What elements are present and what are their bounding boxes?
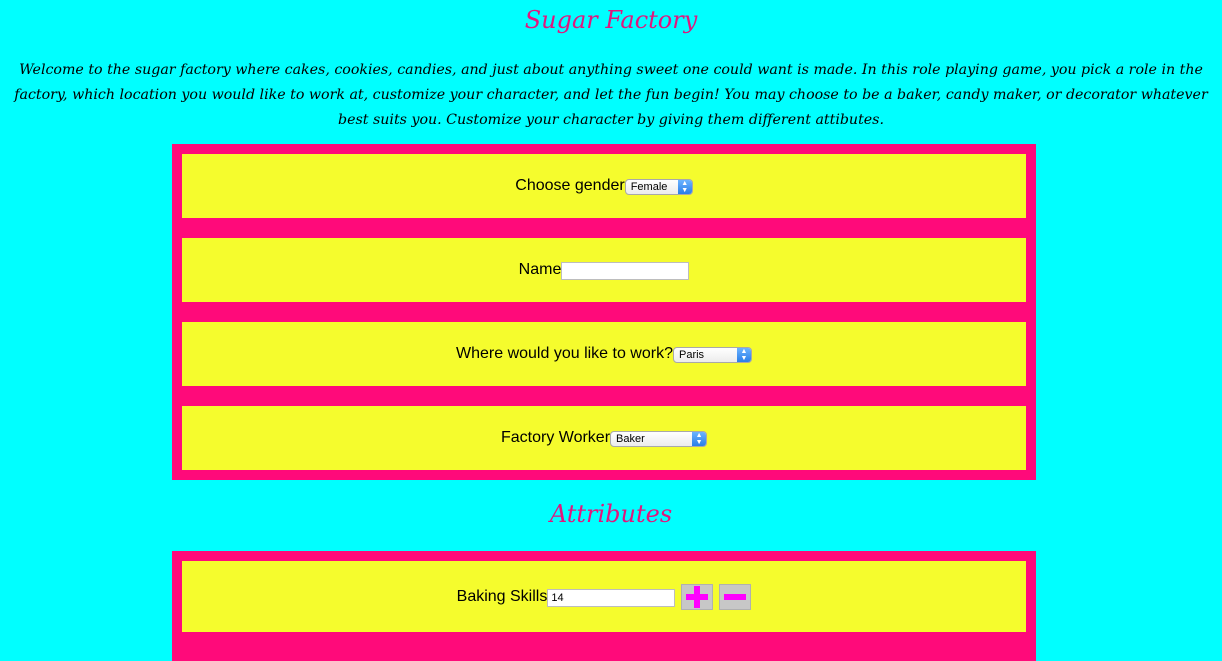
worker-row: Factory Worker Baker ▲ ▼ [182,406,1026,470]
gender-row: Choose gender Female ▲ ▼ [182,154,1026,218]
location-select[interactable]: Paris ▲ ▼ [672,347,752,363]
decrease-button[interactable] [719,583,752,610]
attributes-panel: Baking Skills 14 [172,551,1036,661]
gender-select-value: Female [630,181,668,193]
select-arrows-icon: ▲ ▼ [677,180,692,194]
baking-skills-label: Baking Skills [456,587,548,605]
page-title: Sugar Factory [524,6,698,34]
gender-label: Choose gender [515,177,625,194]
intro-text: Welcome to the sugar factory where cakes… [14,62,1208,128]
location-label: Where would you like to work? [456,345,673,362]
minus-icon [724,593,747,600]
worker-label: Factory Worker [500,429,611,446]
attributes-heading: Attributes [549,500,673,528]
name-label: Name [518,261,562,278]
baking-skills-row: Baking Skills 14 [182,561,1026,632]
baking-skills-input[interactable]: 14 [547,588,676,607]
select-arrows-icon: ▲ ▼ [692,432,707,446]
increase-button[interactable] [681,583,714,610]
name-input[interactable] [561,262,690,280]
worker-select[interactable]: Baker ▲ ▼ [610,431,708,447]
location-row: Where would you like to work? Paris ▲ ▼ [182,322,1026,386]
gender-select[interactable]: Female ▲ ▼ [624,179,693,195]
worker-select-value: Baker [616,433,645,445]
location-select-value: Paris [678,349,705,361]
character-form-panel: Choose gender Female ▲ ▼ Name Where would… [172,144,1036,480]
plus-icon [686,585,709,608]
select-arrows-icon: ▲ ▼ [736,348,751,362]
name-row: Name [182,238,1026,302]
